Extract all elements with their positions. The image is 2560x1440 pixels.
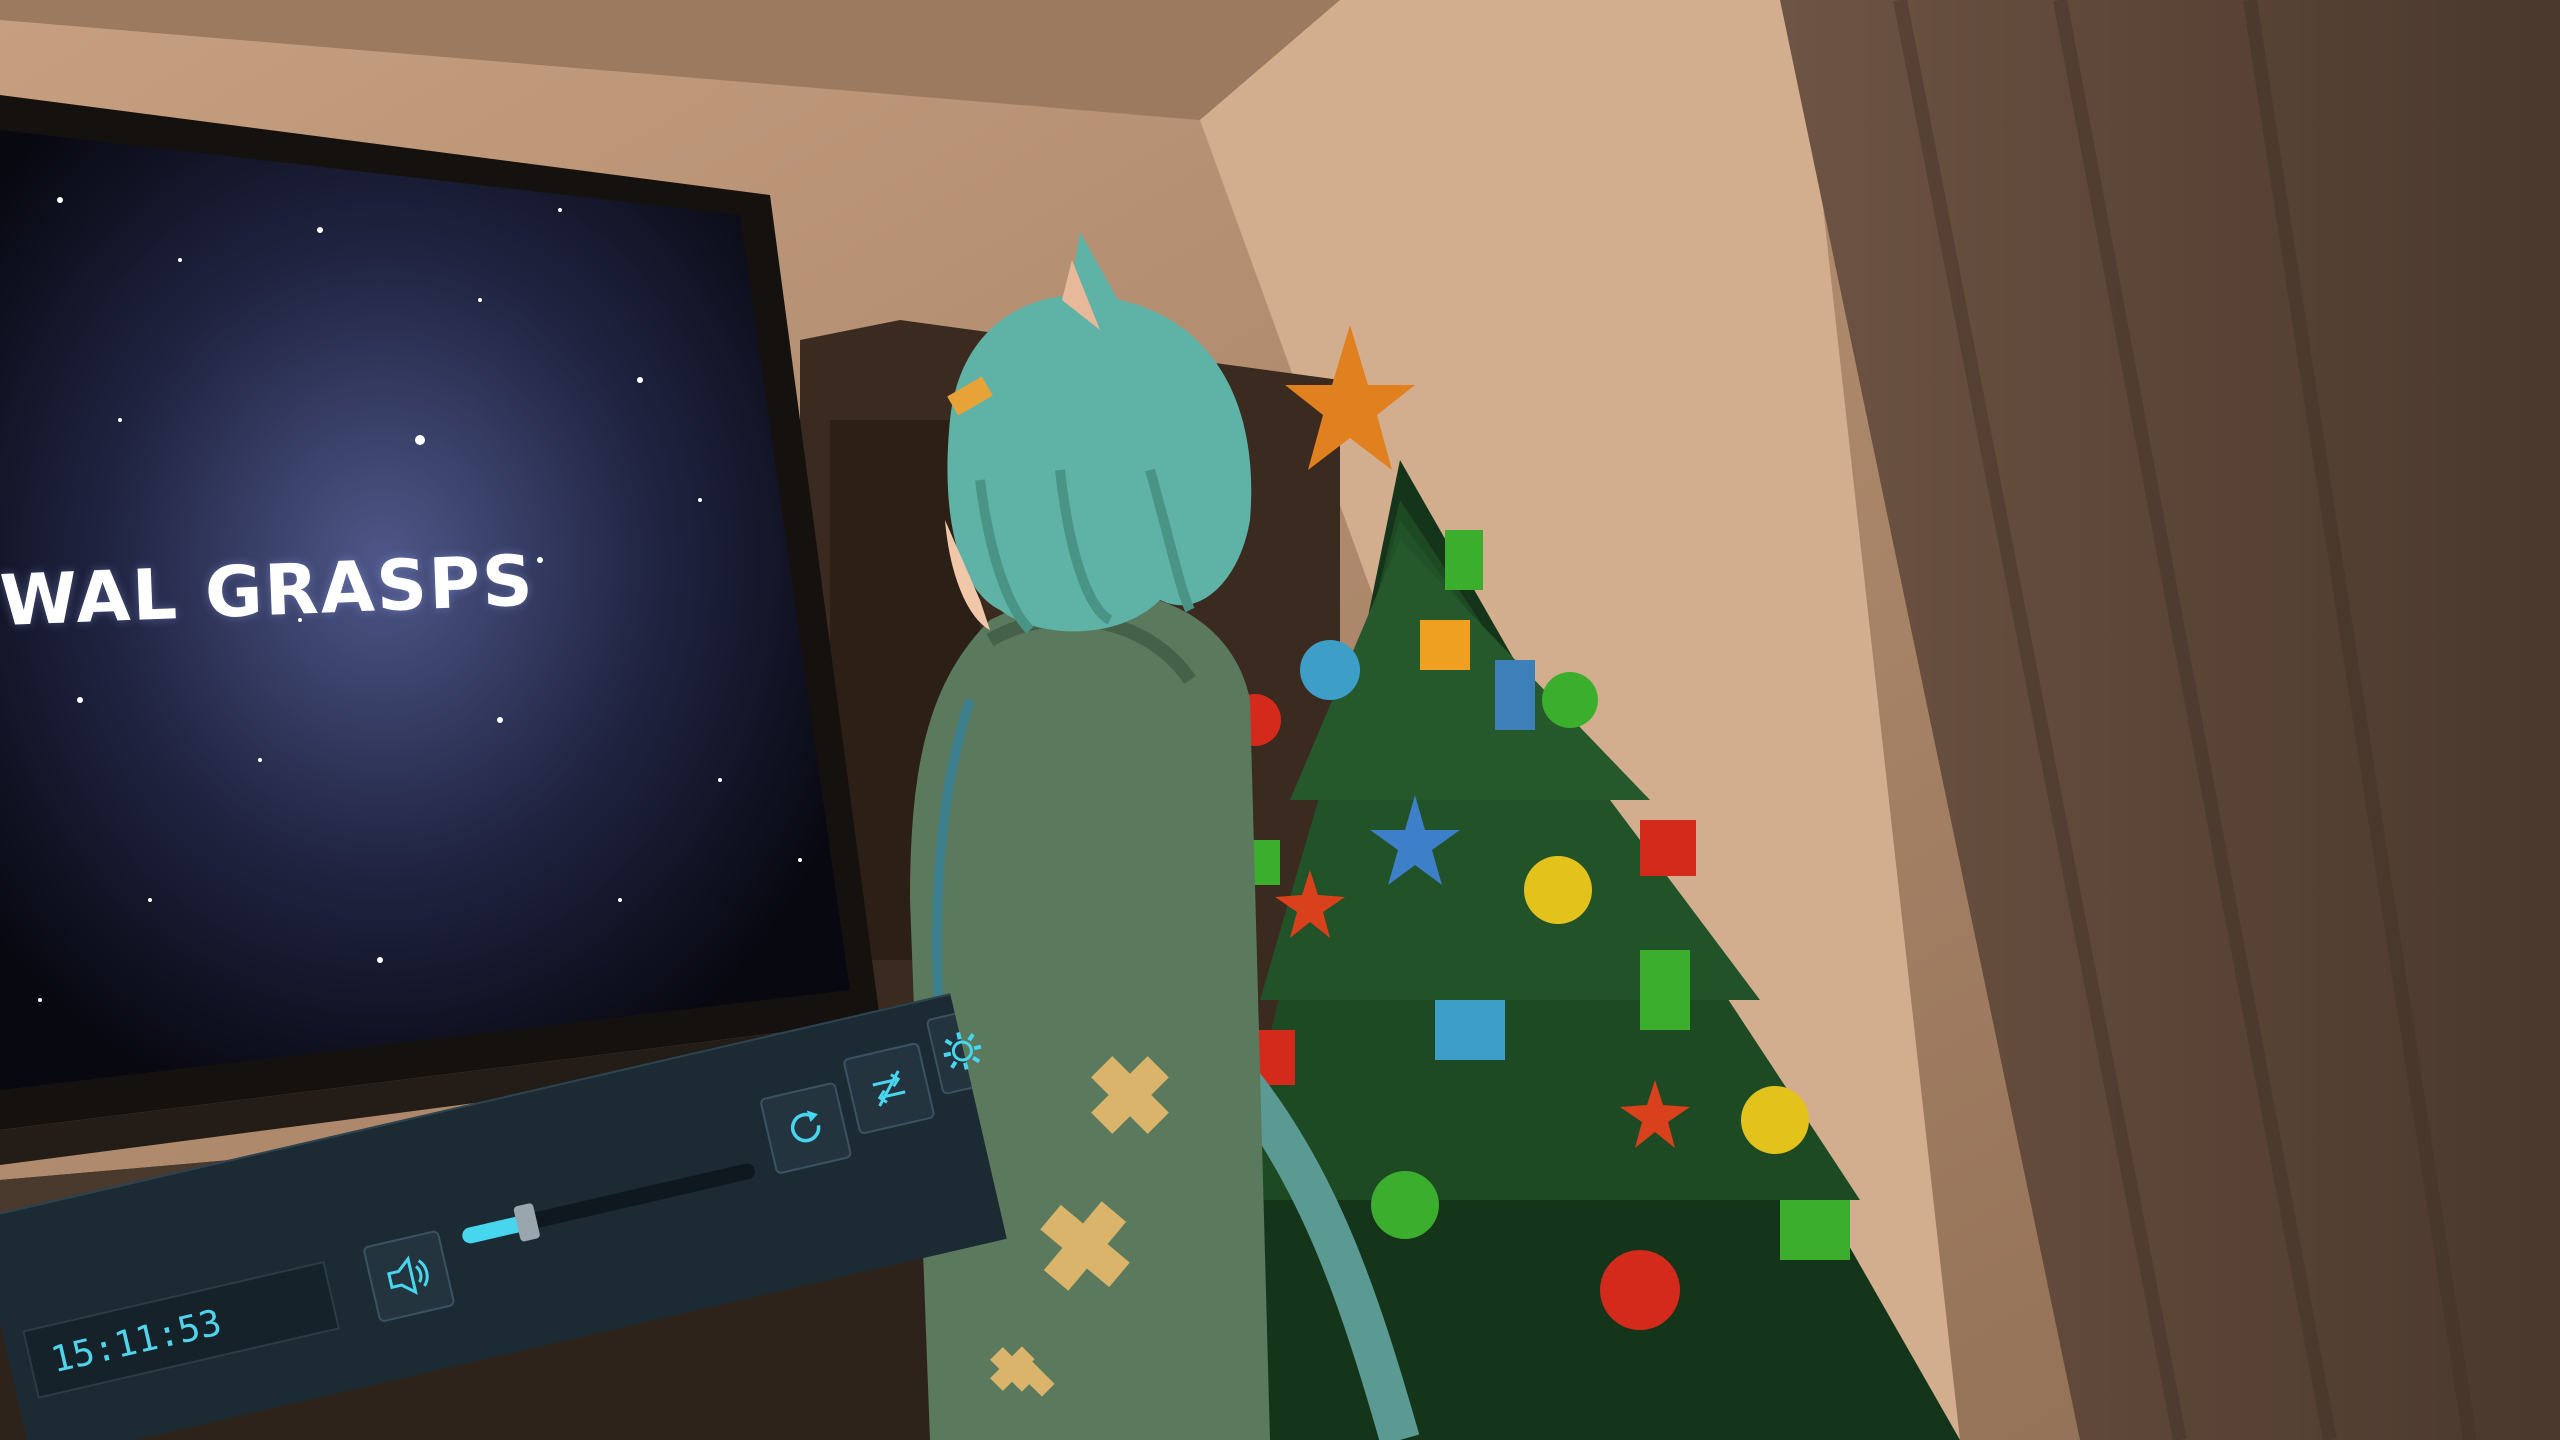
reload-icon <box>790 1110 821 1143</box>
speaker-icon <box>387 1255 429 1295</box>
resync-icon <box>872 1070 906 1107</box>
vr-scene: WAL GRASPS 15:11:53 <box>0 0 2560 1440</box>
